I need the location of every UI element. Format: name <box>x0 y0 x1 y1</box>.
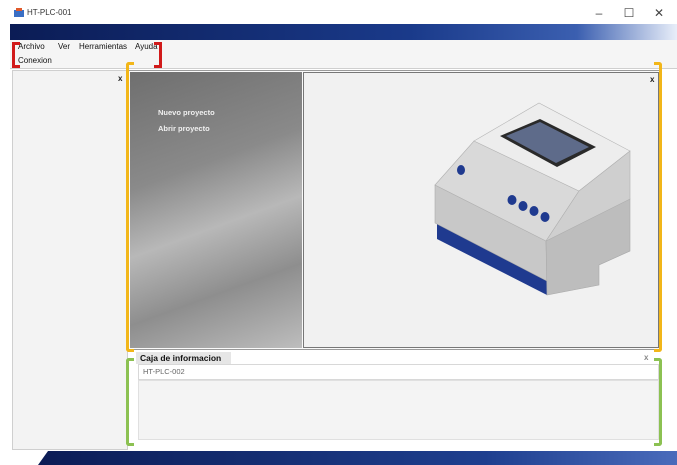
annotation-bracket-green-right <box>654 358 662 446</box>
menu-ver[interactable]: Ver <box>58 42 70 51</box>
menu-bar: Archivo Ver Herramientas Ayuda <box>10 40 677 54</box>
menu-archivo[interactable]: Archivo <box>18 42 45 51</box>
minimize-button[interactable]: – <box>585 4 613 22</box>
annotation-bracket-yellow-left <box>126 62 134 352</box>
footer-band <box>38 451 677 465</box>
menu-herramientas[interactable]: Herramientas <box>79 42 127 51</box>
annotation-bracket-red-left <box>12 42 20 68</box>
window-title: HT-PLC-001 <box>27 8 72 17</box>
welcome-menu: Nuevo proyecto Abrir proyecto <box>130 72 302 348</box>
info-box-row: HT-PLC-002 <box>138 364 659 380</box>
info-box-body <box>138 380 659 440</box>
info-box-close-button[interactable]: x <box>644 353 648 362</box>
info-box-title: Caja de informacion <box>140 353 222 363</box>
app-icon <box>14 8 24 17</box>
connection-button[interactable]: Conexion <box>18 56 52 65</box>
plc-device-illustration <box>434 102 631 296</box>
side-panel-close-button[interactable]: x <box>118 74 122 83</box>
toolbar: Conexion <box>10 54 677 69</box>
header-band <box>10 24 677 40</box>
info-row-text: HT-PLC-002 <box>143 367 185 376</box>
open-project-link[interactable]: Abrir proyecto <box>158 124 210 133</box>
annotation-bracket-red-right <box>154 42 162 68</box>
annotation-bracket-green-left <box>126 358 134 446</box>
close-button[interactable]: ✕ <box>645 4 673 22</box>
maximize-button[interactable]: ☐ <box>615 4 643 22</box>
side-panel: x <box>12 70 128 450</box>
welcome-panel: Nuevo proyecto Abrir proyecto x <box>128 70 661 350</box>
annotation-bracket-yellow-right <box>654 62 662 352</box>
new-project-link[interactable]: Nuevo proyecto <box>158 108 215 117</box>
window-titlebar: HT-PLC-001 – ☐ ✕ <box>0 0 677 24</box>
device-preview: x <box>303 72 659 348</box>
